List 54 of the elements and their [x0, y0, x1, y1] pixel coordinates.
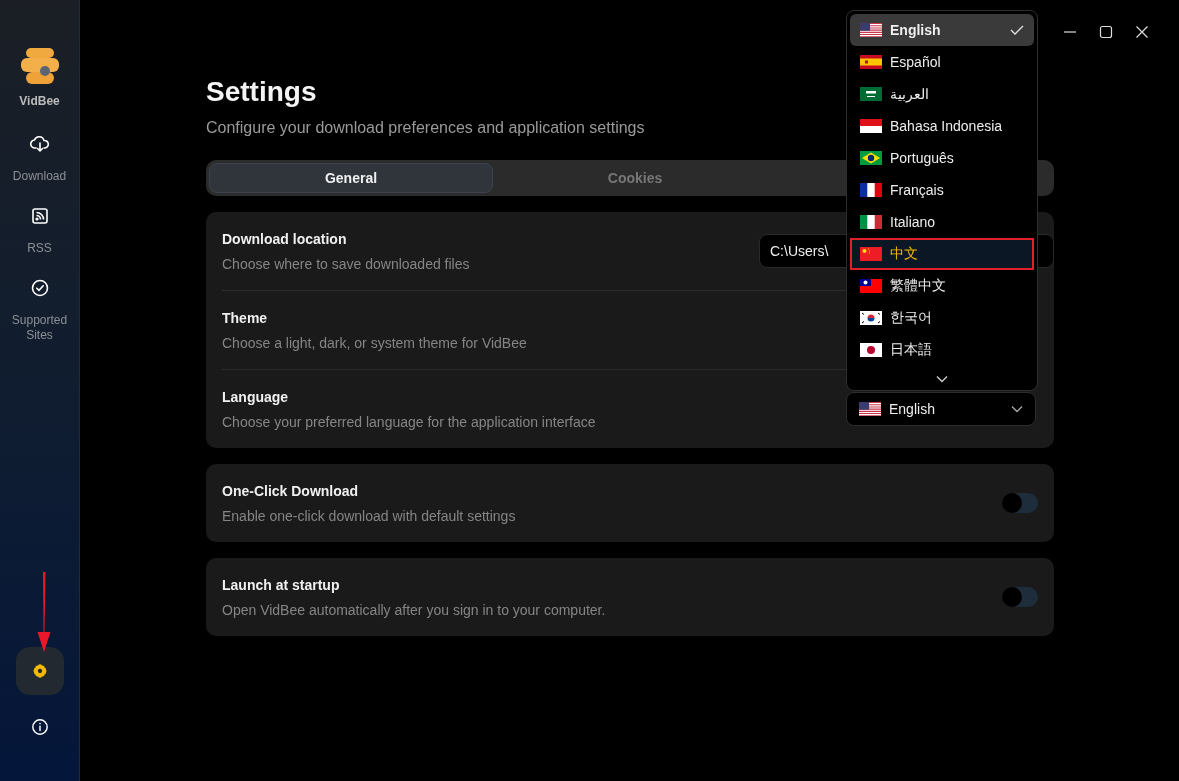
flag-icon: [860, 247, 882, 261]
toggle-switch[interactable]: [1002, 587, 1038, 607]
flag-icon: [860, 311, 882, 325]
sidebar-item[interactable]: RSS: [7, 202, 72, 260]
language-option[interactable]: Français: [850, 174, 1034, 206]
flag-icon: [860, 343, 882, 357]
setting-title: Download location: [222, 230, 348, 247]
cloud-download-icon: [29, 134, 50, 154]
toggle-switch[interactable]: [1002, 493, 1038, 513]
language-option[interactable]: English: [850, 14, 1034, 46]
beehive-logo-icon: [19, 46, 60, 86]
language-option[interactable]: Español: [850, 46, 1034, 78]
flag-icon: [860, 23, 882, 37]
checkmark-icon: [1010, 25, 1024, 35]
language-option[interactable]: Italiano: [850, 206, 1034, 238]
setting-description: Choose a light, dark, or system theme for VidBee: [222, 334, 527, 351]
setting-description: Enable one-click download with default settings: [222, 507, 516, 524]
flag-icon: [860, 215, 882, 229]
flag-icon: [860, 119, 882, 133]
close-icon[interactable]: [1135, 25, 1149, 39]
language-option[interactable]: 中文: [850, 238, 1034, 270]
flag-icon: [860, 55, 882, 69]
language-select[interactable]: English: [846, 392, 1036, 426]
check-circle-icon: [29, 278, 50, 298]
sidebar-item[interactable]: Download: [7, 130, 72, 188]
setting-title: Language: [222, 388, 290, 405]
info-icon: [30, 718, 49, 736]
setting-title: One-Click Download: [222, 482, 360, 499]
sidebar-item[interactable]: Supported Sites: [7, 274, 72, 347]
flag-icon: [859, 402, 881, 416]
setting-description: Choose your preferred language for the application interface: [222, 413, 596, 430]
tab[interactable]: General: [209, 163, 493, 193]
language-option[interactable]: العربية: [850, 78, 1034, 110]
flag-icon: [860, 183, 882, 197]
setting-description: Choose where to save downloaded files: [222, 255, 470, 272]
flag-icon: [860, 279, 882, 293]
language-option[interactable]: 繁體中文: [850, 270, 1034, 302]
language-option[interactable]: Português: [850, 142, 1034, 174]
flag-icon: [860, 87, 882, 101]
language-option[interactable]: Bahasa Indonesia: [850, 110, 1034, 142]
maximize-icon[interactable]: [1099, 25, 1113, 39]
chevron-down-icon: [1011, 405, 1023, 413]
settings-button[interactable]: [15, 647, 64, 695]
rss-icon: [29, 206, 50, 226]
language-option[interactable]: 日本語: [850, 334, 1034, 366]
page-title: Settings: [206, 76, 317, 108]
setting-title: Theme: [222, 309, 269, 326]
chevron-down-icon[interactable]: [936, 375, 948, 383]
setting-title: Launch at startup: [222, 576, 341, 593]
flag-icon: [860, 151, 882, 165]
app-name: VidBee: [19, 94, 60, 108]
language-option[interactable]: 한국어: [850, 302, 1034, 334]
setting-description: Open VidBee automatically after you sign in to your computer.: [222, 601, 606, 618]
page-subtitle: Configure your download preferences and application settings: [206, 119, 645, 137]
